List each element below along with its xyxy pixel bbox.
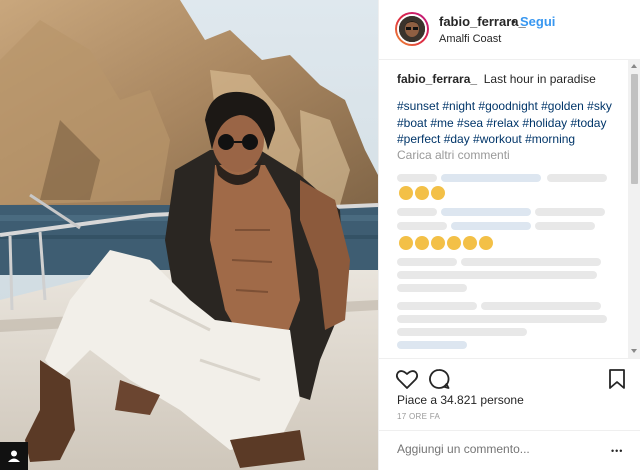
comment-bubble-icon bbox=[429, 369, 450, 389]
load-more-comments[interactable]: Carica altri commenti bbox=[397, 148, 510, 162]
post-panel: fabio_ferrara_ • Segui Amalfi Coast fabi… bbox=[378, 0, 640, 470]
hashtags[interactable]: #sunset #night #goodnight #golden #sky #… bbox=[397, 98, 619, 148]
more-options-icon: ••• bbox=[611, 446, 624, 456]
scroll-thumb[interactable] bbox=[631, 74, 638, 184]
save-button[interactable] bbox=[605, 367, 629, 391]
bookmark-icon bbox=[609, 369, 625, 389]
follow-button[interactable]: Segui bbox=[520, 14, 555, 29]
more-options-button[interactable]: ••• bbox=[611, 441, 623, 459]
caption-username[interactable]: fabio_ferrara_ bbox=[397, 72, 477, 86]
like-button[interactable] bbox=[395, 367, 419, 391]
comment-button[interactable] bbox=[427, 367, 451, 391]
post-photo[interactable] bbox=[0, 0, 378, 470]
user-tag-icon bbox=[8, 450, 20, 462]
post-header: fabio_ferrara_ • Segui Amalfi Coast bbox=[379, 0, 640, 60]
post-timestamp[interactable]: 17 ORE FA bbox=[397, 412, 440, 421]
user-tag-button[interactable] bbox=[0, 442, 28, 470]
likes-count[interactable]: Piace a 34.821 persone bbox=[397, 393, 524, 407]
comments-scrollbar[interactable] bbox=[628, 60, 640, 358]
location-link[interactable]: Amalfi Coast bbox=[439, 33, 501, 45]
avatar[interactable] bbox=[395, 12, 429, 46]
caption: fabio_ferrara_ Last hour in paradise bbox=[397, 72, 623, 86]
separator-dot: • bbox=[511, 14, 516, 29]
caption-text: Last hour in paradise bbox=[483, 72, 596, 86]
comment-input[interactable] bbox=[397, 442, 597, 456]
heart-icon bbox=[395, 370, 419, 389]
comments-area: fabio_ferrara_ Last hour in paradise #su… bbox=[379, 60, 629, 358]
add-comment-bar: ••• bbox=[379, 430, 640, 470]
